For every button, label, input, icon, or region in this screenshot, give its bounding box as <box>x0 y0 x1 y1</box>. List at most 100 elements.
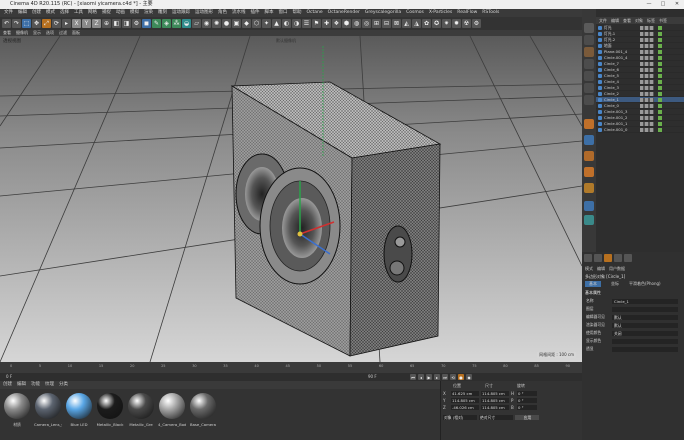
camera-icon[interactable]: ◉ <box>202 19 211 28</box>
attr-lock-icon[interactable] <box>614 254 622 262</box>
material-menu-item[interactable]: 编辑 <box>17 381 26 389</box>
maximize-button[interactable]: □ <box>656 0 670 9</box>
workplane-icon[interactable] <box>584 59 594 69</box>
make-editable-icon[interactable] <box>584 23 594 33</box>
attr-field-value[interactable] <box>612 307 678 312</box>
plugin-t-icon[interactable]: ◮ <box>412 19 421 28</box>
menu-item[interactable]: 编辑 <box>18 9 27 17</box>
menu-item[interactable]: OctaneRender <box>328 9 360 17</box>
keyframe-icon[interactable]: ◆ <box>466 374 472 380</box>
object-menu-item[interactable]: 查看 <box>623 17 631 24</box>
position-field[interactable]: 41.625 cm <box>451 391 479 396</box>
menu-item[interactable]: Octane <box>307 9 323 17</box>
viewport[interactable]: 透视视图 默认摄像机 网格间距 : 100 cm <box>0 36 582 362</box>
apply-button[interactable]: 应用 <box>515 415 539 420</box>
plugin-r-icon[interactable]: ⊠ <box>392 19 401 28</box>
rotation-field[interactable]: 0 ° <box>517 398 537 403</box>
material-menu-item[interactable]: 创建 <box>3 381 12 389</box>
attr-tab-edit[interactable]: 编辑 <box>597 266 605 272</box>
floor-icon[interactable]: ▱ <box>192 19 201 28</box>
attr-mode-icon[interactable] <box>594 254 602 262</box>
menu-item[interactable]: 文件 <box>4 9 13 17</box>
object-row[interactable]: Circle.001_0 <box>596 127 684 133</box>
plugin-p-icon[interactable]: ⊞ <box>372 19 381 28</box>
material-swatch[interactable]: Camera_Lens_Gl <box>34 393 62 433</box>
plugin-v-icon[interactable]: ✪ <box>432 19 441 28</box>
menu-item[interactable]: 模式 <box>46 9 55 17</box>
plugin-n-icon[interactable]: ◍ <box>352 19 361 28</box>
material-menu-item[interactable]: 分类 <box>59 381 68 389</box>
visibility-check-icon[interactable] <box>658 128 662 132</box>
size-field[interactable]: 114.805 cm <box>481 391 509 396</box>
size-field[interactable]: 114.805 cm <box>481 398 509 403</box>
position-field[interactable]: -46.026 cm <box>451 405 479 410</box>
model-mode-icon[interactable] <box>584 35 594 45</box>
plugin-s-icon[interactable]: ◭ <box>402 19 411 28</box>
attr-field-value[interactable]: 默认 <box>612 323 678 328</box>
attr-script-icon[interactable] <box>604 254 612 262</box>
attr-field-value[interactable] <box>612 339 678 344</box>
attr-new-icon[interactable] <box>624 254 632 262</box>
menu-item[interactable]: 帮助 <box>293 9 302 17</box>
end-frame[interactable]: 90 F <box>368 374 377 379</box>
undo-icon[interactable]: ↶ <box>2 19 11 28</box>
render-region-icon[interactable] <box>584 201 594 211</box>
plugin-c-icon[interactable]: ◆ <box>242 19 251 28</box>
loop-icon[interactable]: ⟲ <box>450 374 456 380</box>
minimize-button[interactable]: — <box>642 0 656 9</box>
snap-icon[interactable] <box>584 119 594 129</box>
visibility-check-icon[interactable] <box>658 74 662 78</box>
attr-field-value[interactable]: 关闭 <box>612 331 678 336</box>
pen-spline-icon[interactable]: ✎ <box>152 19 161 28</box>
menu-item[interactable]: 网格 <box>88 9 97 17</box>
points-mode-icon[interactable] <box>584 71 594 81</box>
menu-item[interactable]: 雕刻 <box>158 9 167 17</box>
material-swatch[interactable]: Base_Camera <box>189 393 217 433</box>
visibility-check-icon[interactable] <box>658 116 662 120</box>
plugin-l-icon[interactable]: ❖ <box>332 19 341 28</box>
material-swatch[interactable]: Blue LED <box>65 393 93 433</box>
move-icon[interactable]: ✥ <box>32 19 41 28</box>
visibility-check-icon[interactable] <box>658 80 662 84</box>
menu-item[interactable]: Greyscalegorilla <box>365 9 401 17</box>
object-menu-item[interactable]: 标签 <box>647 17 655 24</box>
size-field[interactable]: 114.805 cm <box>481 405 509 410</box>
visibility-check-icon[interactable] <box>658 122 662 126</box>
light-icon[interactable]: ✺ <box>212 19 221 28</box>
visibility-check-icon[interactable] <box>658 56 662 60</box>
scale-icon[interactable]: ⤢ <box>42 19 51 28</box>
plugin-e-icon[interactable]: ✦ <box>262 19 271 28</box>
plugin-u-icon[interactable]: ✿ <box>422 19 431 28</box>
render-view-icon[interactable]: ◧ <box>112 19 121 28</box>
menu-item[interactable]: 渲染 <box>144 9 153 17</box>
array-icon[interactable]: ⁂ <box>172 19 181 28</box>
menu-item[interactable]: 动画 <box>116 9 125 17</box>
recent-tools-icon[interactable]: ▸ <box>62 19 71 28</box>
rotate-icon[interactable]: ⟳ <box>52 19 61 28</box>
current-frame[interactable]: 0 F <box>6 374 12 379</box>
next-frame-icon[interactable]: ▸ <box>434 374 440 380</box>
plugin-w-icon[interactable]: ✷ <box>442 19 451 28</box>
attr-subtab-coords[interactable]: 坐标 <box>611 281 619 287</box>
deformer-icon[interactable]: ◒ <box>182 19 191 28</box>
object-menu-item[interactable]: 书签 <box>659 17 667 24</box>
coordinate-system-icon[interactable]: ⊕ <box>102 19 111 28</box>
plugin-m-icon[interactable]: ⬢ <box>342 19 351 28</box>
visibility-check-icon[interactable] <box>658 68 662 72</box>
visibility-check-icon[interactable] <box>658 62 662 66</box>
visibility-check-icon[interactable] <box>658 32 662 36</box>
object-menu-item[interactable]: 对象 <box>635 17 643 24</box>
x-axis-icon[interactable]: X <box>72 19 81 28</box>
rotation-field[interactable]: 0 ° <box>517 405 537 410</box>
coord-mode-select[interactable]: 对象 (相对) <box>443 415 477 420</box>
plugin-k-icon[interactable]: ✚ <box>322 19 331 28</box>
record-icon[interactable]: ● <box>458 374 464 380</box>
prev-frame-icon[interactable]: ◂ <box>418 374 424 380</box>
texture-mode-icon[interactable] <box>584 47 594 57</box>
attr-back-icon[interactable] <box>584 254 592 262</box>
menu-item[interactable]: RSTools <box>482 9 499 17</box>
material-swatch[interactable]: 材质 <box>3 393 31 433</box>
visibility-check-icon[interactable] <box>658 38 662 42</box>
axis-mode-icon[interactable] <box>584 135 594 145</box>
plugin-a-icon[interactable]: ● <box>222 19 231 28</box>
